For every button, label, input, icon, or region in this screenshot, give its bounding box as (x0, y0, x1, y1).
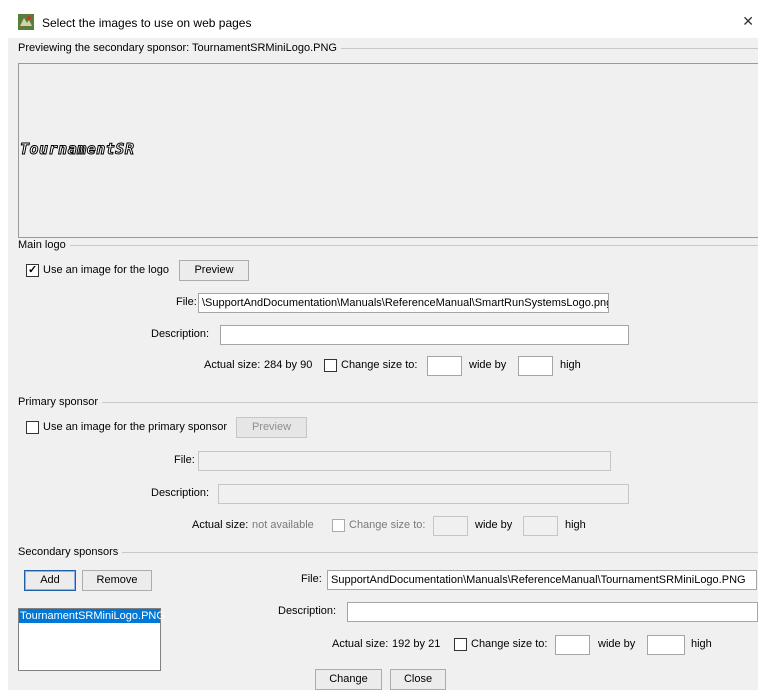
main-logo-checkbox[interactable] (26, 263, 39, 277)
main-logo-file-label: File: (176, 296, 197, 308)
remove-button[interactable]: Remove (82, 570, 152, 591)
change-button[interactable]: Change (315, 669, 382, 690)
preview-caption: Previewing the secondary sponsor: Tourna… (18, 42, 341, 55)
secondary-sponsor-actual-size-label: Actual size: (332, 638, 389, 650)
primary-sponsor-change-size-label: Change size to: (349, 519, 426, 531)
primary-sponsor-height-field[interactable] (523, 516, 558, 536)
secondary-sponsor-description-label: Description: (278, 605, 337, 617)
main-logo-group: Main logo Use an image for the logo Prev… (18, 239, 758, 384)
primary-sponsor-description-field[interactable] (218, 484, 629, 504)
primary-sponsor-checkbox[interactable] (26, 421, 39, 434)
secondary-sponsor-actual-size-value: 192 by 21 (392, 638, 441, 650)
secondary-sponsor-description-field[interactable] (347, 602, 758, 622)
window-title: Select the images to use on web pages (42, 16, 252, 30)
main-logo-title: Main logo (18, 239, 70, 251)
main-logo-change-size-checkbox[interactable] (324, 359, 337, 372)
title-bar: Select the images to use on web pages ✕ (8, 10, 758, 38)
secondary-sponsor-high-label: high (691, 638, 712, 650)
main-logo-actual-size-value: 284 by 90 (264, 359, 313, 371)
secondary-sponsor-file-field[interactable]: SupportAndDocumentation\Manuals\Referenc… (327, 570, 757, 590)
main-logo-actual-size-label: Actual size: (204, 359, 261, 371)
secondary-sponsors-title: Secondary sponsors (18, 546, 123, 558)
main-logo-checkbox-label: Use an image for the logo (43, 264, 169, 276)
primary-sponsor-file-label: File: (174, 454, 195, 466)
primary-sponsor-actual-size-label: Actual size: (192, 519, 249, 531)
add-button[interactable]: Add (24, 570, 76, 591)
main-logo-description-field[interactable] (220, 325, 629, 345)
primary-sponsor-file-field[interactable] (198, 451, 611, 471)
primary-sponsor-actual-size-value: not available (252, 519, 314, 531)
secondary-sponsor-height-field[interactable] (647, 635, 685, 655)
main-logo-file-field[interactable]: \SupportAndDocumentation\Manuals\Referen… (198, 293, 609, 313)
main-logo-change-size-label: Change size to: (341, 359, 418, 371)
primary-sponsor-group: Primary sponsor Use an image for the pri… (18, 396, 758, 548)
primary-sponsor-checkbox-label: Use an image for the primary sponsor (43, 421, 228, 433)
secondary-sponsor-width-field[interactable] (555, 635, 590, 655)
secondary-sponsor-file-label: File: (301, 573, 322, 585)
main-logo-preview-button[interactable]: Preview (179, 260, 249, 281)
secondary-sponsor-change-size-label: Change size to: (471, 638, 548, 650)
primary-sponsor-preview-button[interactable]: Preview (236, 417, 307, 438)
main-logo-wide-by-label: wide by (469, 359, 507, 371)
primary-sponsor-width-field[interactable] (433, 516, 468, 536)
secondary-sponsors-list[interactable]: TournamentSRMiniLogo.PNG (18, 608, 165, 671)
secondary-sponsors-group: Secondary sponsors Add Remove Tournament… (18, 546, 758, 671)
close-icon[interactable]: ✕ (742, 13, 754, 30)
main-logo-description-label: Description: (151, 328, 210, 340)
primary-sponsor-change-size-checkbox[interactable] (332, 519, 345, 532)
list-item[interactable]: TournamentSRMiniLogo.PNG (19, 609, 165, 623)
primary-sponsor-description-label: Description: (151, 487, 210, 499)
main-logo-height-field[interactable] (518, 356, 553, 376)
secondary-sponsor-change-size-checkbox[interactable] (454, 638, 467, 651)
app-icon (18, 14, 34, 30)
preview-logo-image: TournamentSR (19, 140, 135, 159)
close-button[interactable]: Close (390, 669, 446, 690)
primary-sponsor-title: Primary sponsor (18, 396, 103, 408)
primary-sponsor-high-label: high (565, 519, 586, 531)
main-logo-high-label: high (560, 359, 581, 371)
preview-image-area: TournamentSR (18, 63, 758, 238)
preview-group: Previewing the secondary sponsor: Tourna… (18, 42, 758, 238)
main-logo-width-field[interactable] (427, 356, 462, 376)
dialog-body: Previewing the secondary sponsor: Tourna… (8, 38, 758, 690)
primary-sponsor-wide-by-label: wide by (475, 519, 513, 531)
secondary-sponsor-wide-by-label: wide by (598, 638, 636, 650)
